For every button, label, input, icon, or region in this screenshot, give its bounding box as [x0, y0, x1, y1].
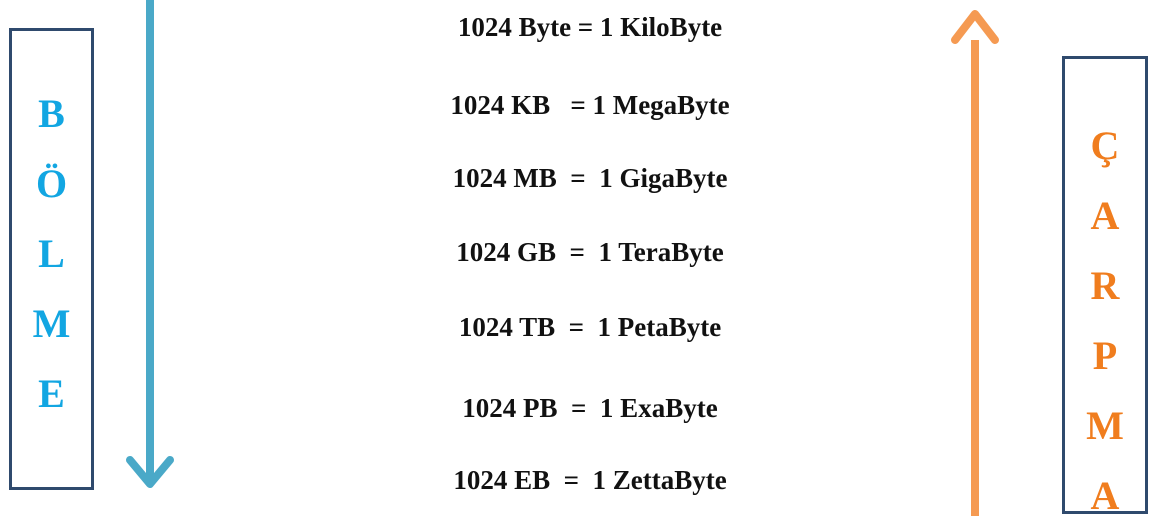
carpma-letter: P: [1092, 333, 1118, 378]
carpma-letter: Ç: [1090, 123, 1120, 168]
carpma-letter: A: [1090, 473, 1120, 518]
carpma-letter: M: [1086, 403, 1124, 448]
carpma-letter: R: [1090, 263, 1120, 308]
carpma-letter: A: [1090, 193, 1120, 238]
multiplication-up-arrow: [951, 10, 999, 516]
carpma-label-box: Ç A R P M A: [1062, 56, 1148, 518]
